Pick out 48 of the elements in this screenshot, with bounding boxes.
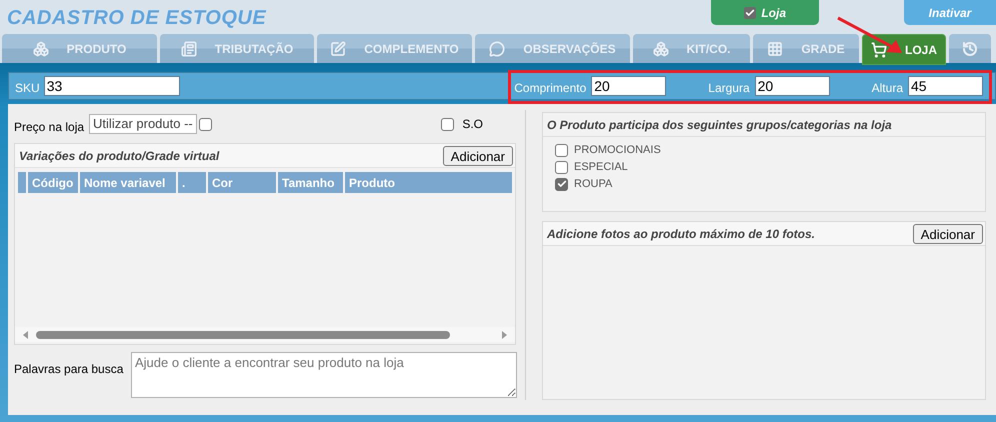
horizontal-scrollbar[interactable]: [15, 327, 515, 342]
add-variation-button[interactable]: Adicionar: [442, 146, 513, 166]
category-label: ESPECIAL: [574, 160, 628, 175]
checkbox[interactable]: [555, 160, 568, 174]
dimension-field[interactable]: 20: [754, 76, 830, 96]
left-arrow-icon: [23, 330, 28, 338]
store-toggle[interactable]: Loja: [711, 0, 820, 25]
search-words-field[interactable]: Ajude o cliente a encontrar seu produto na loja: [131, 352, 517, 398]
dimension-label: Comprimento: [514, 80, 586, 97]
sku-field[interactable]: 33: [44, 76, 180, 96]
list-icon: [180, 40, 197, 56]
checkbox[interactable]: [198, 118, 212, 130]
deactivate-button[interactable]: Inativar: [904, 0, 996, 25]
dimension-label: Altura: [872, 80, 903, 97]
search-words-label: Palavras para busca: [14, 361, 124, 378]
variations-title: Variações do produto/Grade virtual: [19, 148, 220, 164]
category-label: ROUPA: [574, 176, 612, 192]
right-arrow-icon: [502, 330, 507, 338]
table-header-cell: Código: [28, 172, 78, 193]
add-photo-button[interactable]: Adicionar: [912, 224, 983, 244]
table-header-cell: Tamanho: [278, 172, 343, 193]
page-title: CADASTRO DE ESTOQUE: [7, 6, 266, 31]
categories-title: O Produto participa dos seguintes grupos/categorias na loja: [547, 116, 892, 134]
edit-icon: [330, 40, 346, 56]
table-header-cell: Nome variavel: [80, 172, 176, 193]
table-header-cell: [18, 172, 26, 193]
tab[interactable]: LOJA: [862, 34, 946, 65]
speech-bubble-icon: [489, 40, 506, 56]
cart-icon: [870, 42, 887, 58]
table-header-cell: .: [178, 172, 206, 193]
price-label: Preço na loja: [14, 118, 84, 136]
history-icon: [962, 40, 978, 56]
dimension-field[interactable]: 20: [591, 76, 666, 96]
grid-icon: [767, 40, 784, 56]
category-label: PROMOCIONAIS: [574, 142, 661, 158]
checkbox[interactable]: [441, 118, 454, 130]
cubes-icon: [32, 40, 49, 56]
table-header-cell: Produto: [345, 172, 512, 193]
checkbox[interactable]: [555, 178, 568, 190]
checkbox[interactable]: [555, 144, 568, 156]
photos-title: Adicione fotos ao produto máximo de 10 fotos.: [547, 226, 816, 242]
price-select[interactable]: Utilizar produto --: [89, 114, 197, 134]
dimension-label: Largura: [708, 80, 750, 97]
table-header-cell: Cor: [208, 172, 276, 193]
sku-label: SKU: [15, 80, 40, 97]
cubes-icon: [652, 40, 668, 56]
so-label: S.O: [462, 116, 483, 133]
dimension-field[interactable]: 45: [908, 76, 983, 96]
